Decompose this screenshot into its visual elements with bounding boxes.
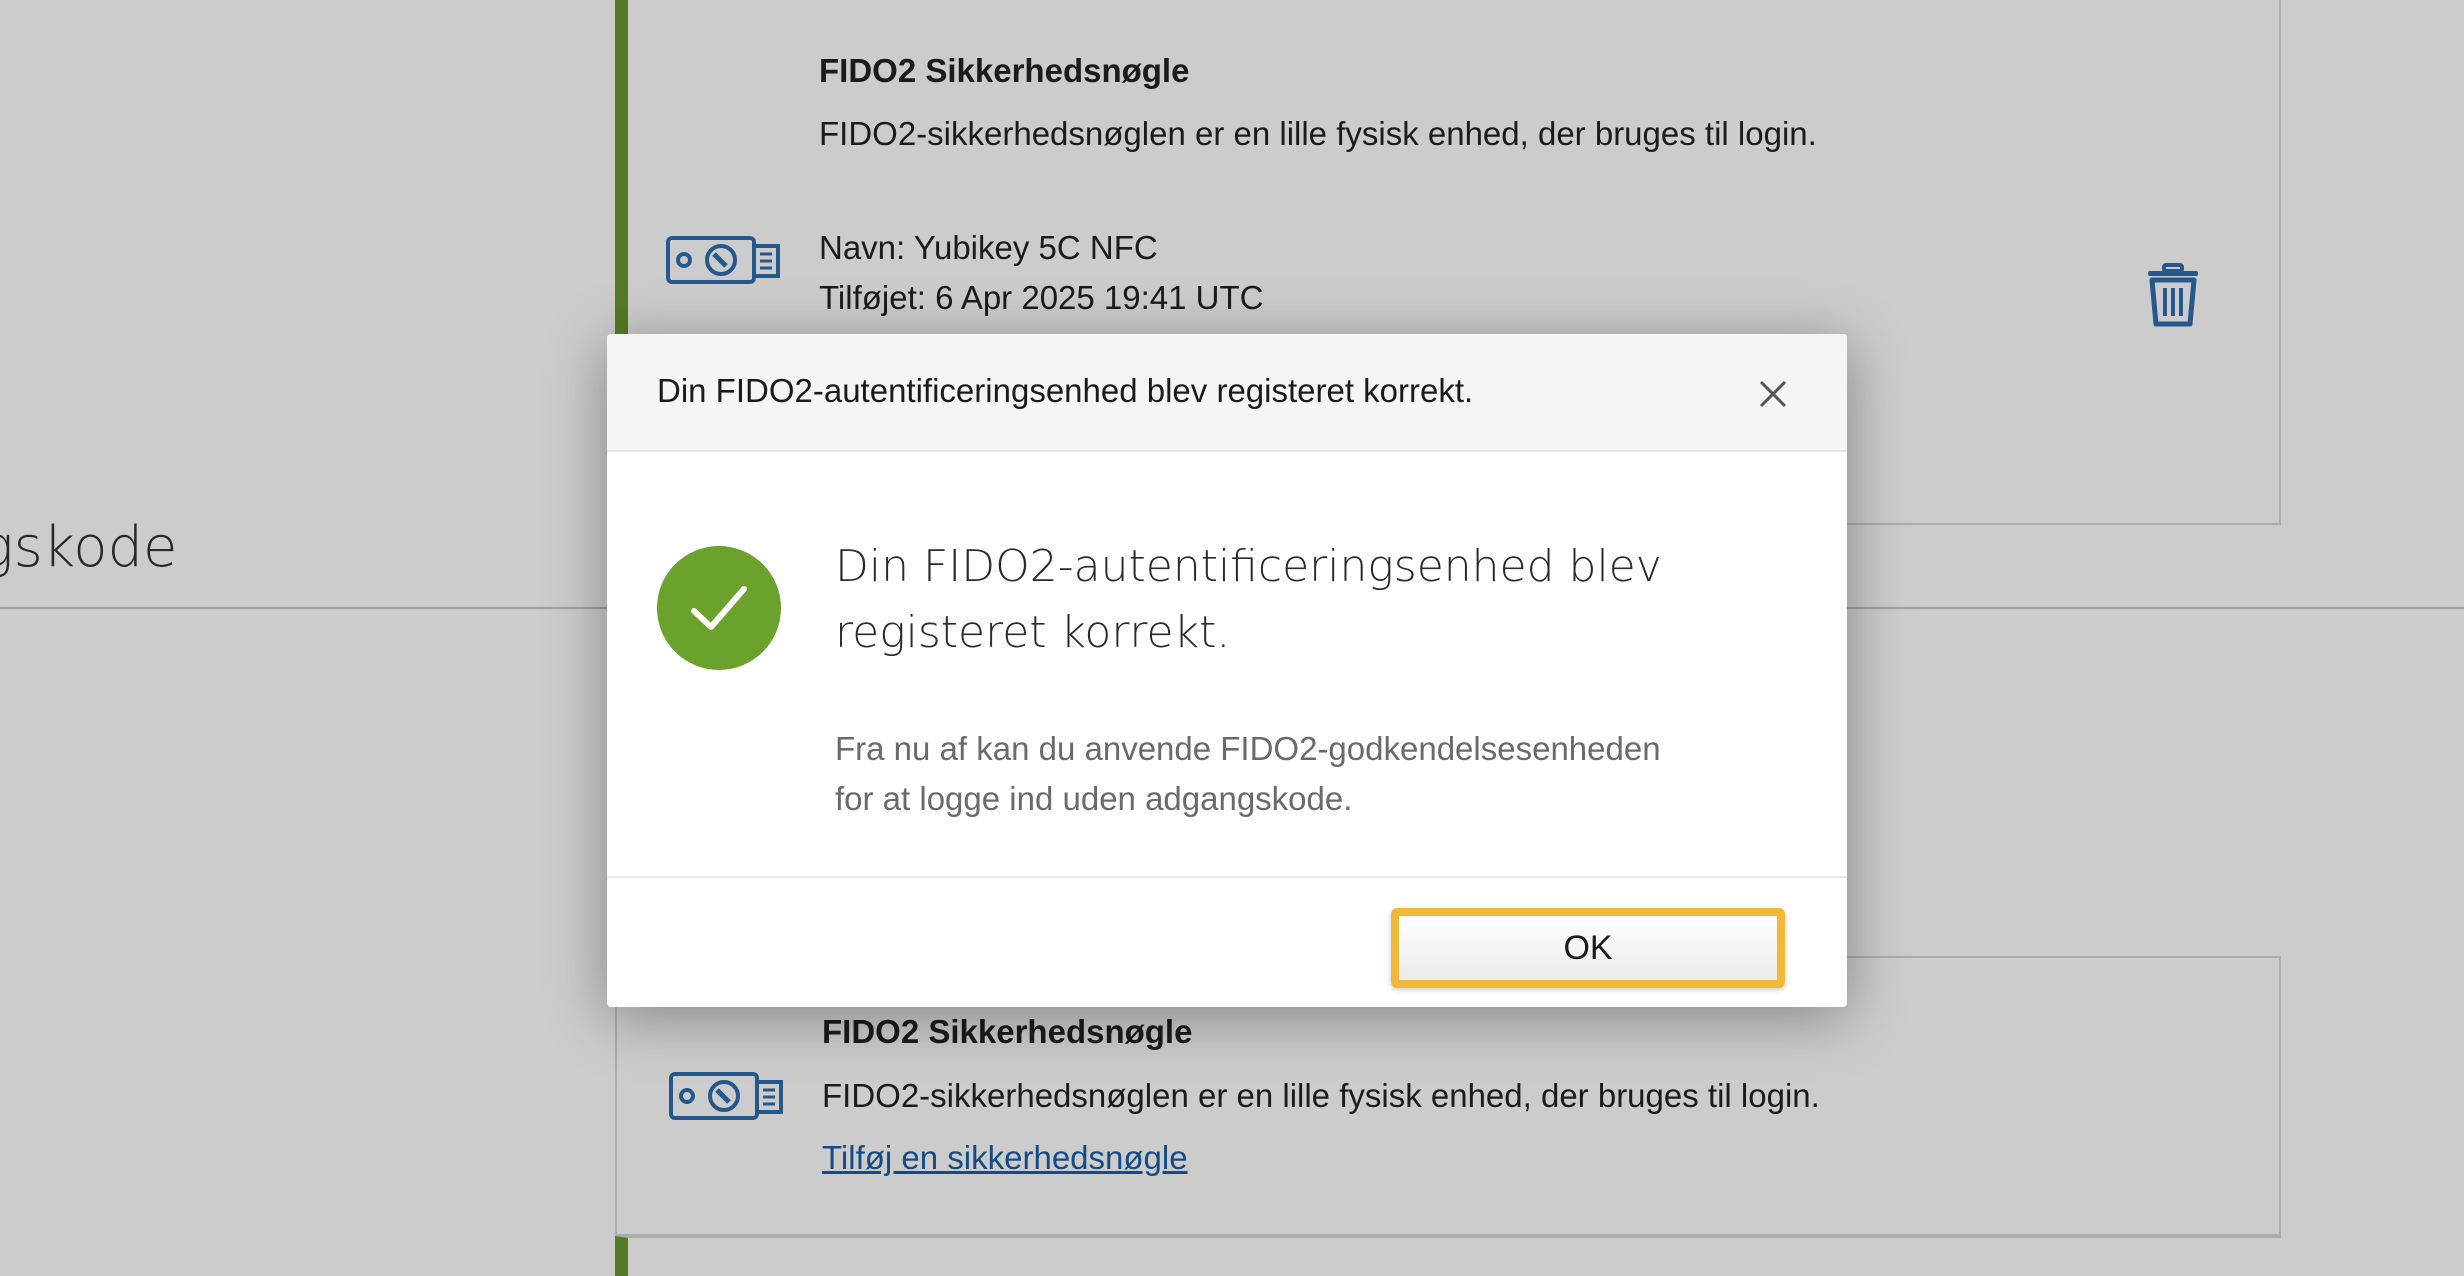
- dialog-header: Din FIDO2-autentificeringsenhed blev reg…: [607, 334, 1847, 452]
- dialog-heading: Din FIDO2-autentificeringsenhed blev reg…: [835, 541, 1662, 658]
- page: gskode FIDO2 Sikkerhedsnøgle FIDO2-sikke…: [0, 0, 2464, 1276]
- dialog-description: Fra nu af kan du anvende FIDO2-godkendel…: [835, 724, 1735, 824]
- checkmark-circle-icon: [656, 545, 782, 671]
- success-dialog: Din FIDO2-autentificeringsenhed blev reg…: [607, 334, 1847, 1007]
- ok-button[interactable]: OK: [1391, 908, 1785, 988]
- dialog-footer: OK: [607, 876, 1847, 1007]
- close-icon[interactable]: [1755, 376, 1791, 412]
- dialog-header-title: Din FIDO2-autentificeringsenhed blev reg…: [657, 372, 1474, 409]
- dialog-description-line2: for at logge ind uden adgangskode.: [835, 780, 1353, 817]
- dialog-description-line1: Fra nu af kan du anvende FIDO2-godkendel…: [835, 730, 1661, 767]
